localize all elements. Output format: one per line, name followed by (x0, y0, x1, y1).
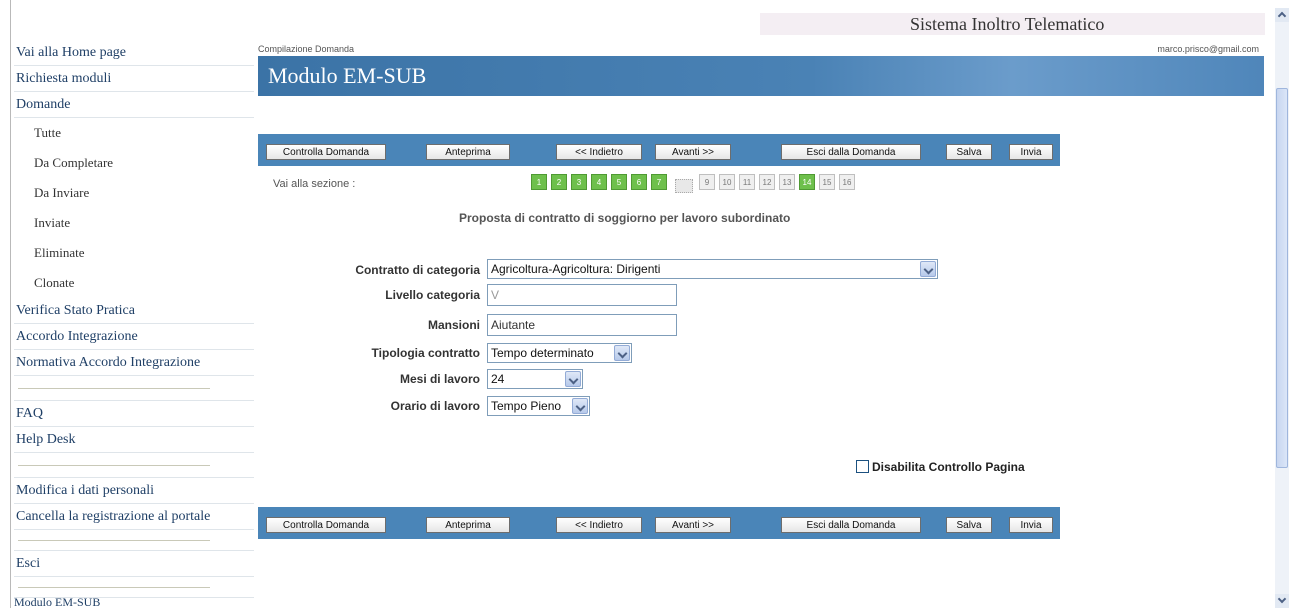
nav-richiesta-moduli[interactable]: Richiesta moduli (14, 66, 254, 92)
user-email: marco.prisco@gmail.com (1157, 44, 1259, 54)
section-16[interactable]: 16 (839, 174, 855, 190)
tipologia-select[interactable]: Tempo determinato (487, 343, 632, 363)
breadcrumb: Compilazione Domanda (258, 44, 355, 54)
sidebar: Vai alla Home page Richiesta moduli Doma… (14, 40, 254, 598)
nav-sub-inviate[interactable]: Inviate (14, 208, 254, 238)
section-1[interactable]: 1 (531, 174, 547, 190)
section-current[interactable] (675, 179, 693, 193)
nav-sub-clonate[interactable]: Clonate (14, 268, 254, 298)
toolbar-bottom: Controlla Domanda Anteprima << Indietro … (258, 507, 1060, 539)
nav-home[interactable]: Vai alla Home page (14, 40, 254, 66)
indietro-button[interactable]: << Indietro (556, 144, 642, 160)
disable-check-checkbox[interactable] (856, 460, 869, 473)
avanti-button[interactable]: Avanti >> (655, 144, 731, 160)
system-title-bar: Sistema Inoltro Telematico (760, 13, 1265, 35)
esci-domanda-button[interactable]: Esci dalla Domanda (781, 144, 921, 160)
livello-label: Livello categoria (385, 288, 480, 302)
salva-button[interactable]: Salva (946, 517, 992, 533)
chevron-down-icon (565, 371, 581, 387)
section-15[interactable]: 15 (819, 174, 835, 190)
section-2[interactable]: 2 (551, 174, 567, 190)
nav-separator (14, 530, 254, 551)
controlla-domanda-button[interactable]: Controlla Domanda (266, 517, 386, 533)
salva-button[interactable]: Salva (946, 144, 992, 160)
esci-domanda-button[interactable]: Esci dalla Domanda (781, 517, 921, 533)
section-7[interactable]: 7 (651, 174, 667, 190)
system-title: Sistema Inoltro Telematico (910, 14, 1105, 34)
section-6[interactable]: 6 (631, 174, 647, 190)
mesi-value: 24 (491, 372, 505, 386)
mesi-select[interactable]: 24 (487, 369, 583, 389)
nav-sub-da-inviare[interactable]: Da Inviare (14, 178, 254, 208)
chevron-down-icon (572, 398, 588, 414)
left-border (10, 0, 11, 608)
nav-separator (14, 453, 254, 478)
vertical-scrollbar[interactable] (1275, 8, 1289, 608)
orario-select[interactable]: Tempo Pieno (487, 396, 590, 416)
anteprima-button[interactable]: Anteprima (426, 517, 510, 533)
orario-value: Tempo Pieno (491, 399, 562, 413)
chevron-down-icon (920, 261, 936, 277)
contratto-value: Agricoltura-Agricoltura: Dirigenti (491, 262, 661, 276)
nav-verifica-stato[interactable]: Verifica Stato Pratica (14, 298, 254, 324)
contratto-select[interactable]: Agricoltura-Agricoltura: Dirigenti (487, 259, 938, 279)
nav-domande[interactable]: Domande (14, 92, 254, 118)
nav-help-desk[interactable]: Help Desk (14, 427, 254, 453)
nav-accordo-integrazione[interactable]: Accordo Integrazione (14, 324, 254, 350)
page-banner: Modulo EM-SUB (258, 56, 1264, 96)
contratto-label: Contratto di categoria (355, 263, 480, 277)
section-13[interactable]: 13 (779, 174, 795, 190)
section-12[interactable]: 12 (759, 174, 775, 190)
tipologia-label: Tipologia contratto (371, 346, 480, 360)
tipologia-value: Tempo determinato (491, 346, 594, 360)
toolbar-top: Controlla Domanda Anteprima << Indietro … (258, 134, 1060, 166)
avanti-button[interactable]: Avanti >> (655, 517, 731, 533)
nav-sub-da-completare[interactable]: Da Completare (14, 148, 254, 178)
mesi-label: Mesi di lavoro (399, 372, 480, 386)
scroll-thumb[interactable] (1276, 88, 1288, 468)
section-10[interactable]: 10 (719, 174, 735, 190)
livello-field[interactable]: V (487, 284, 677, 306)
disable-check-label[interactable]: Disabilita Controllo Pagina (872, 460, 1025, 474)
page-title: Modulo EM-SUB (268, 63, 427, 88)
nav-sub-tutte[interactable]: Tutte (14, 118, 254, 148)
anteprima-button[interactable]: Anteprima (426, 144, 510, 160)
orario-label: Orario di lavoro (390, 399, 480, 413)
section-5[interactable]: 5 (611, 174, 627, 190)
section-4[interactable]: 4 (591, 174, 607, 190)
section-3[interactable]: 3 (571, 174, 587, 190)
invia-button[interactable]: Invia (1009, 144, 1053, 160)
nav-esci[interactable]: Esci (14, 551, 254, 577)
nav-cancella-registrazione[interactable]: Cancella la registrazione al portale (14, 504, 254, 530)
section-9[interactable]: 9 (699, 174, 715, 190)
scroll-up-icon[interactable] (1275, 8, 1289, 22)
nav-normativa-accordo[interactable]: Normativa Accordo Integrazione (14, 350, 254, 376)
mansioni-label: Mansioni (427, 318, 480, 332)
section-14[interactable]: 14 (799, 174, 815, 190)
indietro-button[interactable]: << Indietro (556, 517, 642, 533)
scroll-down-icon[interactable] (1275, 594, 1289, 608)
controlla-domanda-button[interactable]: Controlla Domanda (266, 144, 386, 160)
nav-sub-eliminate[interactable]: Eliminate (14, 238, 254, 268)
sections-label: Vai alla sezione : (273, 178, 356, 190)
invia-button[interactable]: Invia (1009, 517, 1053, 533)
mansioni-field[interactable]: Aiutante (487, 314, 677, 336)
nav-modifica-dati[interactable]: Modifica i dati personali (14, 478, 254, 504)
chevron-down-icon (614, 345, 630, 361)
form-title: Proposta di contratto di soggiorno per l… (459, 211, 791, 225)
nav-separator (14, 376, 254, 401)
section-11[interactable]: 11 (739, 174, 755, 190)
nav-faq[interactable]: FAQ (14, 401, 254, 427)
